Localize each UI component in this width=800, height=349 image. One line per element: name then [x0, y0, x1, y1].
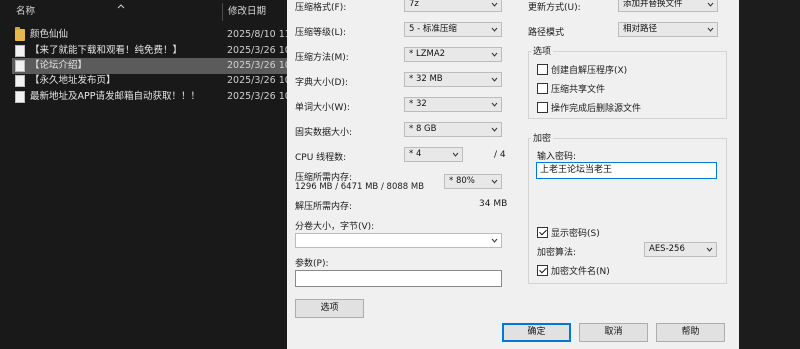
chevron-down-icon: [491, 51, 498, 58]
chevron-down-icon: [706, 246, 713, 253]
cancel-button[interactable]: 取消: [579, 323, 648, 342]
list-item[interactable]: 【来了就能下载和观看！纯免费！】 2025/3/26 10:4: [12, 43, 300, 59]
decomp-value: 34 MB: [479, 199, 508, 209]
enc-method-value: AES-256: [649, 244, 685, 254]
path-select[interactable]: 相对路径: [618, 22, 718, 37]
enc-method-label: 加密算法:: [537, 248, 577, 258]
update-label: 更新方式(U):: [528, 3, 581, 13]
password-label: 输入密码:: [537, 152, 577, 162]
solid-select[interactable]: * 8 GB: [404, 122, 502, 137]
chevron-down-icon: [491, 101, 498, 108]
params-label: 参数(P):: [295, 259, 329, 269]
dict-value: * 32 MB: [409, 74, 443, 84]
chevron-down-icon: [491, 237, 498, 244]
ok-button[interactable]: 确定: [502, 323, 571, 342]
dict-select[interactable]: * 32 MB: [404, 72, 502, 87]
column-header-date[interactable]: 修改日期: [228, 0, 266, 24]
sfx-checkbox[interactable]: [537, 64, 548, 75]
word-label: 单词大小(W):: [295, 103, 350, 113]
params-input[interactable]: [295, 270, 502, 287]
chevron-down-icon: [491, 76, 498, 83]
file-name: 【永久地址发布页】: [30, 75, 116, 86]
threads-total: / 4: [494, 150, 506, 160]
mem-detail: 1296 MB / 6471 MB / 8088 MB: [295, 182, 425, 192]
list-item[interactable]: 【论坛介绍】 2025/3/26 10:4: [12, 58, 300, 74]
path-label: 路径模式: [528, 28, 565, 38]
word-value: * 32: [409, 99, 427, 109]
sort-chevron-icon: [117, 3, 125, 11]
password-input[interactable]: 上老王论坛当老王: [536, 162, 717, 179]
method-select[interactable]: * LZMA2: [404, 47, 502, 62]
shared-checkbox[interactable]: [537, 83, 548, 94]
file-name: 【论坛介绍】: [30, 60, 88, 71]
threads-label: CPU 线程数:: [295, 153, 347, 163]
solid-label: 固实数据大小:: [295, 128, 353, 138]
column-divider[interactable]: [222, 3, 223, 21]
dict-label: 字典大小(D):: [295, 78, 348, 88]
encrypt-names-checkbox[interactable]: [537, 265, 548, 276]
split-select[interactable]: [295, 233, 502, 248]
path-value: 相对路径: [623, 24, 658, 34]
method-value: * LZMA2: [409, 49, 446, 59]
file-icon: [15, 60, 25, 72]
file-name: 【来了就能下载和观看！纯免费！】: [30, 45, 183, 56]
list-item[interactable]: 【永久地址发布页】 2025/3/26 10:4: [12, 73, 300, 89]
threads-value: * 4: [409, 149, 422, 159]
mem-value: * 80%: [449, 176, 475, 186]
options-button[interactable]: 选项: [295, 299, 364, 318]
chevron-down-icon: [491, 1, 498, 8]
file-icon: [15, 45, 25, 57]
show-password-label: 显示密码(S): [551, 229, 600, 239]
enc-method-select[interactable]: AES-256: [644, 242, 717, 257]
encrypt-names-label: 加密文件名(N): [551, 267, 610, 277]
file-explorer: 名称 修改日期 颜色仙仙 2025/8/10 11:5 【来了就能下载和观看！纯…: [0, 0, 300, 349]
encryption-group-title: 加密: [531, 131, 554, 144]
list-item[interactable]: 颜色仙仙 2025/8/10 11:5: [12, 27, 300, 43]
split-label: 分卷大小，字节(V):: [295, 222, 375, 232]
column-header-name[interactable]: 名称: [16, 0, 35, 24]
archive-dialog: 压缩格式(F): 7z 压缩等级(L): 5 - 标准压缩 压缩方法(M): *…: [287, 0, 739, 349]
show-password-checkbox[interactable]: [537, 227, 548, 238]
level-value: 5 - 标准压缩: [409, 24, 457, 34]
format-select[interactable]: 7z: [404, 0, 502, 12]
background-panel: [739, 0, 800, 349]
delete-checkbox[interactable]: [537, 102, 548, 113]
format-value: 7z: [409, 0, 419, 9]
list-item[interactable]: 最新地址及APP请发邮箱自动获取！！！ 2025/3/26 10:4: [12, 89, 300, 105]
chevron-down-icon: [491, 26, 498, 33]
chevron-down-icon: [491, 178, 498, 185]
chevron-down-icon: [707, 26, 714, 33]
folder-icon: [15, 27, 25, 41]
update-select[interactable]: 添加并替换文件: [618, 0, 718, 12]
chevron-down-icon: [491, 126, 498, 133]
file-icon: [15, 75, 25, 87]
file-name: 颜色仙仙: [30, 29, 69, 40]
chevron-down-icon: [707, 1, 714, 8]
delete-label: 操作完成后删除源文件: [551, 104, 642, 114]
file-icon: [15, 91, 25, 103]
level-select[interactable]: 5 - 标准压缩: [404, 22, 502, 37]
sfx-label: 创建自解压程序(X): [551, 66, 628, 76]
method-label: 压缩方法(M):: [295, 53, 349, 63]
options-group-title: 选项: [531, 44, 554, 57]
update-value: 添加并替换文件: [623, 0, 683, 9]
format-label: 压缩格式(F):: [295, 3, 347, 13]
word-select[interactable]: * 32: [404, 97, 502, 112]
help-button[interactable]: 帮助: [656, 323, 725, 342]
level-label: 压缩等级(L):: [295, 28, 347, 38]
threads-select[interactable]: * 4: [404, 147, 463, 162]
mem-select[interactable]: * 80%: [444, 174, 502, 189]
chevron-down-icon: [452, 151, 459, 158]
file-name: 最新地址及APP请发邮箱自动获取！！！: [30, 91, 200, 102]
shared-label: 压缩共享文件: [551, 85, 606, 95]
decomp-label: 解压所需内存:: [295, 202, 353, 212]
solid-value: * 8 GB: [409, 124, 437, 134]
